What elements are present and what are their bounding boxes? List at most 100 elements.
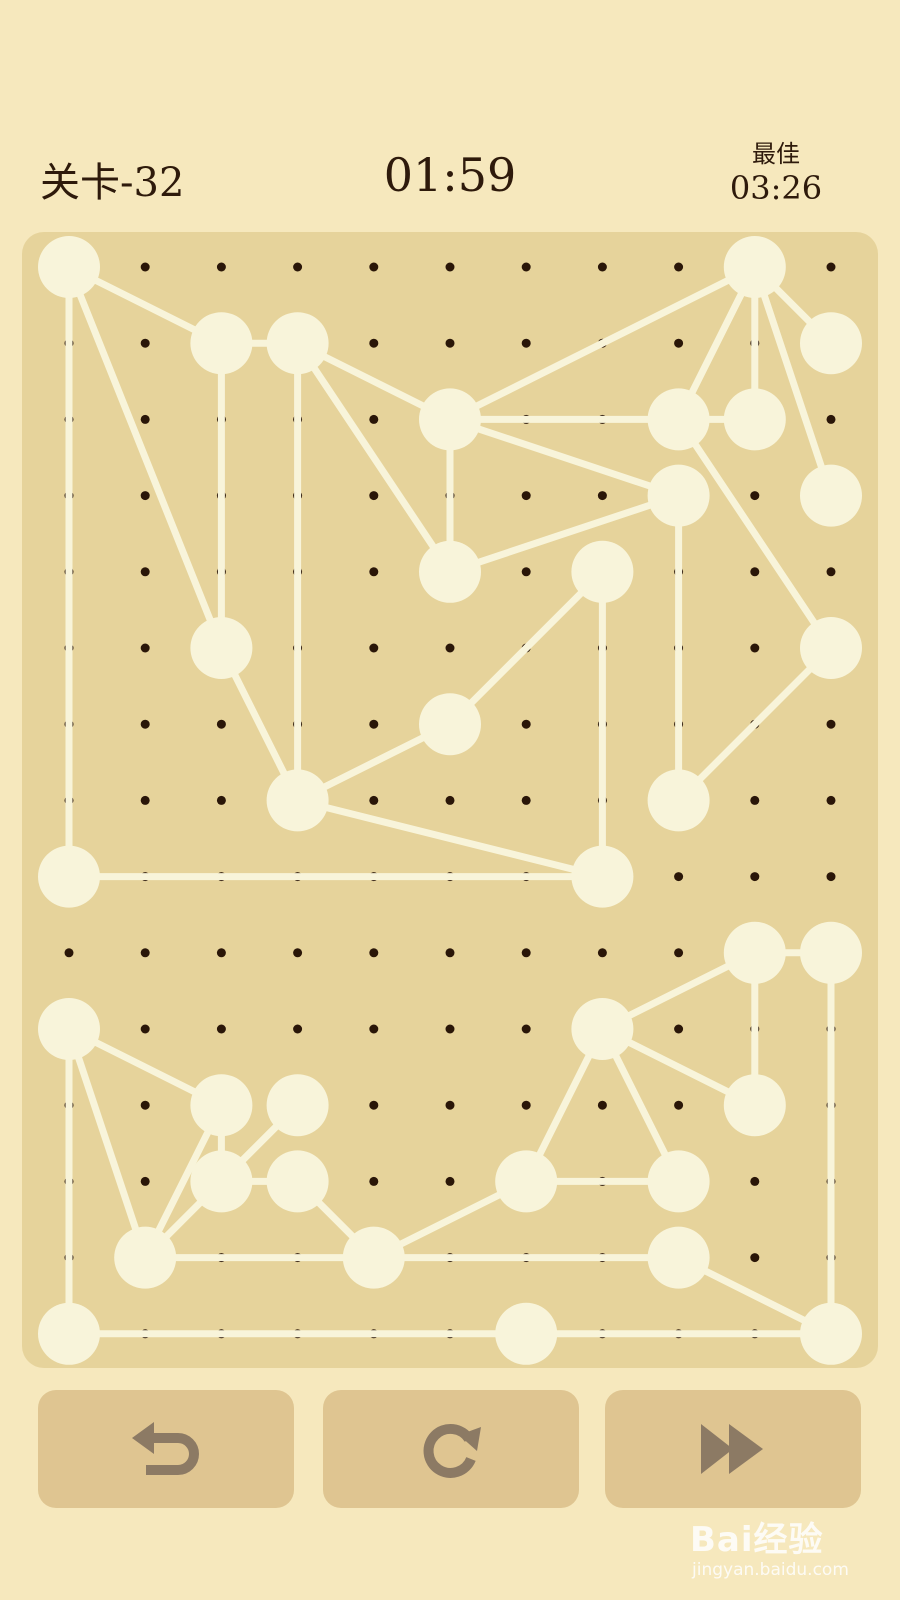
graph-node[interactable] — [38, 236, 100, 298]
graph-node[interactable] — [647, 388, 710, 451]
grid-dot — [216, 948, 226, 958]
grid-dot — [369, 795, 379, 805]
grid-dot — [445, 1176, 455, 1186]
graph-node[interactable] — [800, 1302, 862, 1365]
graph-node[interactable] — [800, 464, 862, 527]
graph-node[interactable] — [266, 1074, 329, 1137]
grid-dot — [521, 338, 531, 348]
graph-node[interactable] — [800, 312, 862, 375]
grid-dot — [293, 1024, 303, 1034]
grid-dot — [369, 1100, 379, 1110]
grid-dot — [140, 795, 150, 805]
grid-dot — [521, 719, 531, 729]
graph-node[interactable] — [723, 921, 786, 984]
grid-dot — [293, 948, 303, 958]
grid-dot — [750, 1253, 760, 1263]
graph-node[interactable] — [647, 1226, 710, 1289]
grid-dot — [445, 795, 455, 805]
grid-dot — [369, 948, 379, 958]
graph-node[interactable] — [419, 388, 481, 451]
graph-node[interactable] — [266, 1150, 329, 1213]
graph-node[interactable] — [190, 1074, 253, 1137]
graph-node[interactable] — [495, 1150, 558, 1213]
watermark: Bai经验 jingyan.baidu.com — [690, 1512, 890, 1592]
grid-dot — [521, 948, 531, 958]
grid-dot — [445, 1100, 455, 1110]
fast-forward-icon — [701, 1424, 763, 1474]
grid-dot — [140, 414, 150, 424]
edge-line — [446, 492, 683, 576]
grid-dot — [445, 948, 455, 958]
grid-dot — [674, 338, 684, 348]
puzzle-graph[interactable] — [22, 232, 878, 1368]
grid-dot — [140, 719, 150, 729]
edge-line — [675, 415, 835, 652]
grid-dot — [750, 491, 760, 501]
grid-dot — [750, 1176, 760, 1186]
game-board[interactable] — [22, 232, 878, 1368]
graph-node[interactable] — [266, 769, 329, 832]
graph-node[interactable] — [647, 769, 710, 832]
graph-node[interactable] — [114, 1226, 177, 1289]
grid-dot — [826, 872, 836, 882]
grid-dot — [369, 491, 379, 501]
grid-dot — [674, 1024, 684, 1034]
graph-node[interactable] — [190, 312, 253, 375]
graph-node[interactable] — [723, 236, 786, 298]
grid-dot — [369, 567, 379, 577]
grid-dot — [521, 1100, 531, 1110]
grid-dot — [369, 262, 379, 272]
grid-dot — [140, 1176, 150, 1186]
graph-node[interactable] — [647, 464, 710, 527]
grid-dot — [293, 262, 303, 272]
graph-node[interactable] — [800, 921, 862, 984]
skip-button[interactable] — [605, 1390, 861, 1508]
graph-node[interactable] — [419, 693, 481, 756]
edge-line — [446, 263, 759, 423]
grid-dot — [826, 262, 836, 272]
grid-dot — [140, 338, 150, 348]
grid-dot — [597, 948, 607, 958]
grid-dot — [521, 795, 531, 805]
graph-node[interactable] — [266, 312, 329, 375]
restart-button[interactable] — [323, 1390, 579, 1508]
grid-dot — [140, 1024, 150, 1034]
grid-dot — [521, 1024, 531, 1034]
best-time-panel: 最佳 03:26 — [726, 140, 826, 207]
grid-dot — [750, 567, 760, 577]
graph-node[interactable] — [571, 998, 634, 1060]
restart-circular-arrow-icon — [423, 1423, 481, 1478]
grid-dot — [521, 567, 531, 577]
graph-node[interactable] — [190, 617, 253, 679]
grid-dot — [216, 262, 226, 272]
edge-line — [675, 644, 835, 804]
edge-line — [294, 796, 606, 881]
grid-dot — [369, 414, 379, 424]
grid-dot — [445, 1024, 455, 1034]
grid-dot — [521, 491, 531, 501]
grid-dot — [445, 643, 455, 653]
graph-node[interactable] — [571, 845, 634, 908]
graph-node[interactable] — [723, 1074, 786, 1137]
graph-node[interactable] — [495, 1302, 558, 1365]
grid-dot — [826, 795, 836, 805]
graph-node[interactable] — [38, 1302, 100, 1365]
graph-node[interactable] — [800, 617, 862, 679]
grid-dot — [140, 948, 150, 958]
graph-node[interactable] — [723, 388, 786, 451]
grid-dot — [445, 262, 455, 272]
graph-node[interactable] — [38, 845, 100, 908]
graph-node[interactable] — [38, 998, 100, 1060]
undo-button[interactable] — [38, 1390, 294, 1508]
graph-node[interactable] — [571, 540, 634, 603]
grid-dot — [750, 795, 760, 805]
graph-node[interactable] — [342, 1226, 405, 1289]
grid-dot — [826, 567, 836, 577]
graph-node[interactable] — [419, 540, 481, 603]
grid-dot — [140, 643, 150, 653]
graph-node[interactable] — [647, 1150, 710, 1213]
grid-dot — [674, 1100, 684, 1110]
graph-node[interactable] — [190, 1150, 253, 1213]
watermark-url: jingyan.baidu.com — [692, 1560, 849, 1580]
grid-dot — [674, 262, 684, 272]
